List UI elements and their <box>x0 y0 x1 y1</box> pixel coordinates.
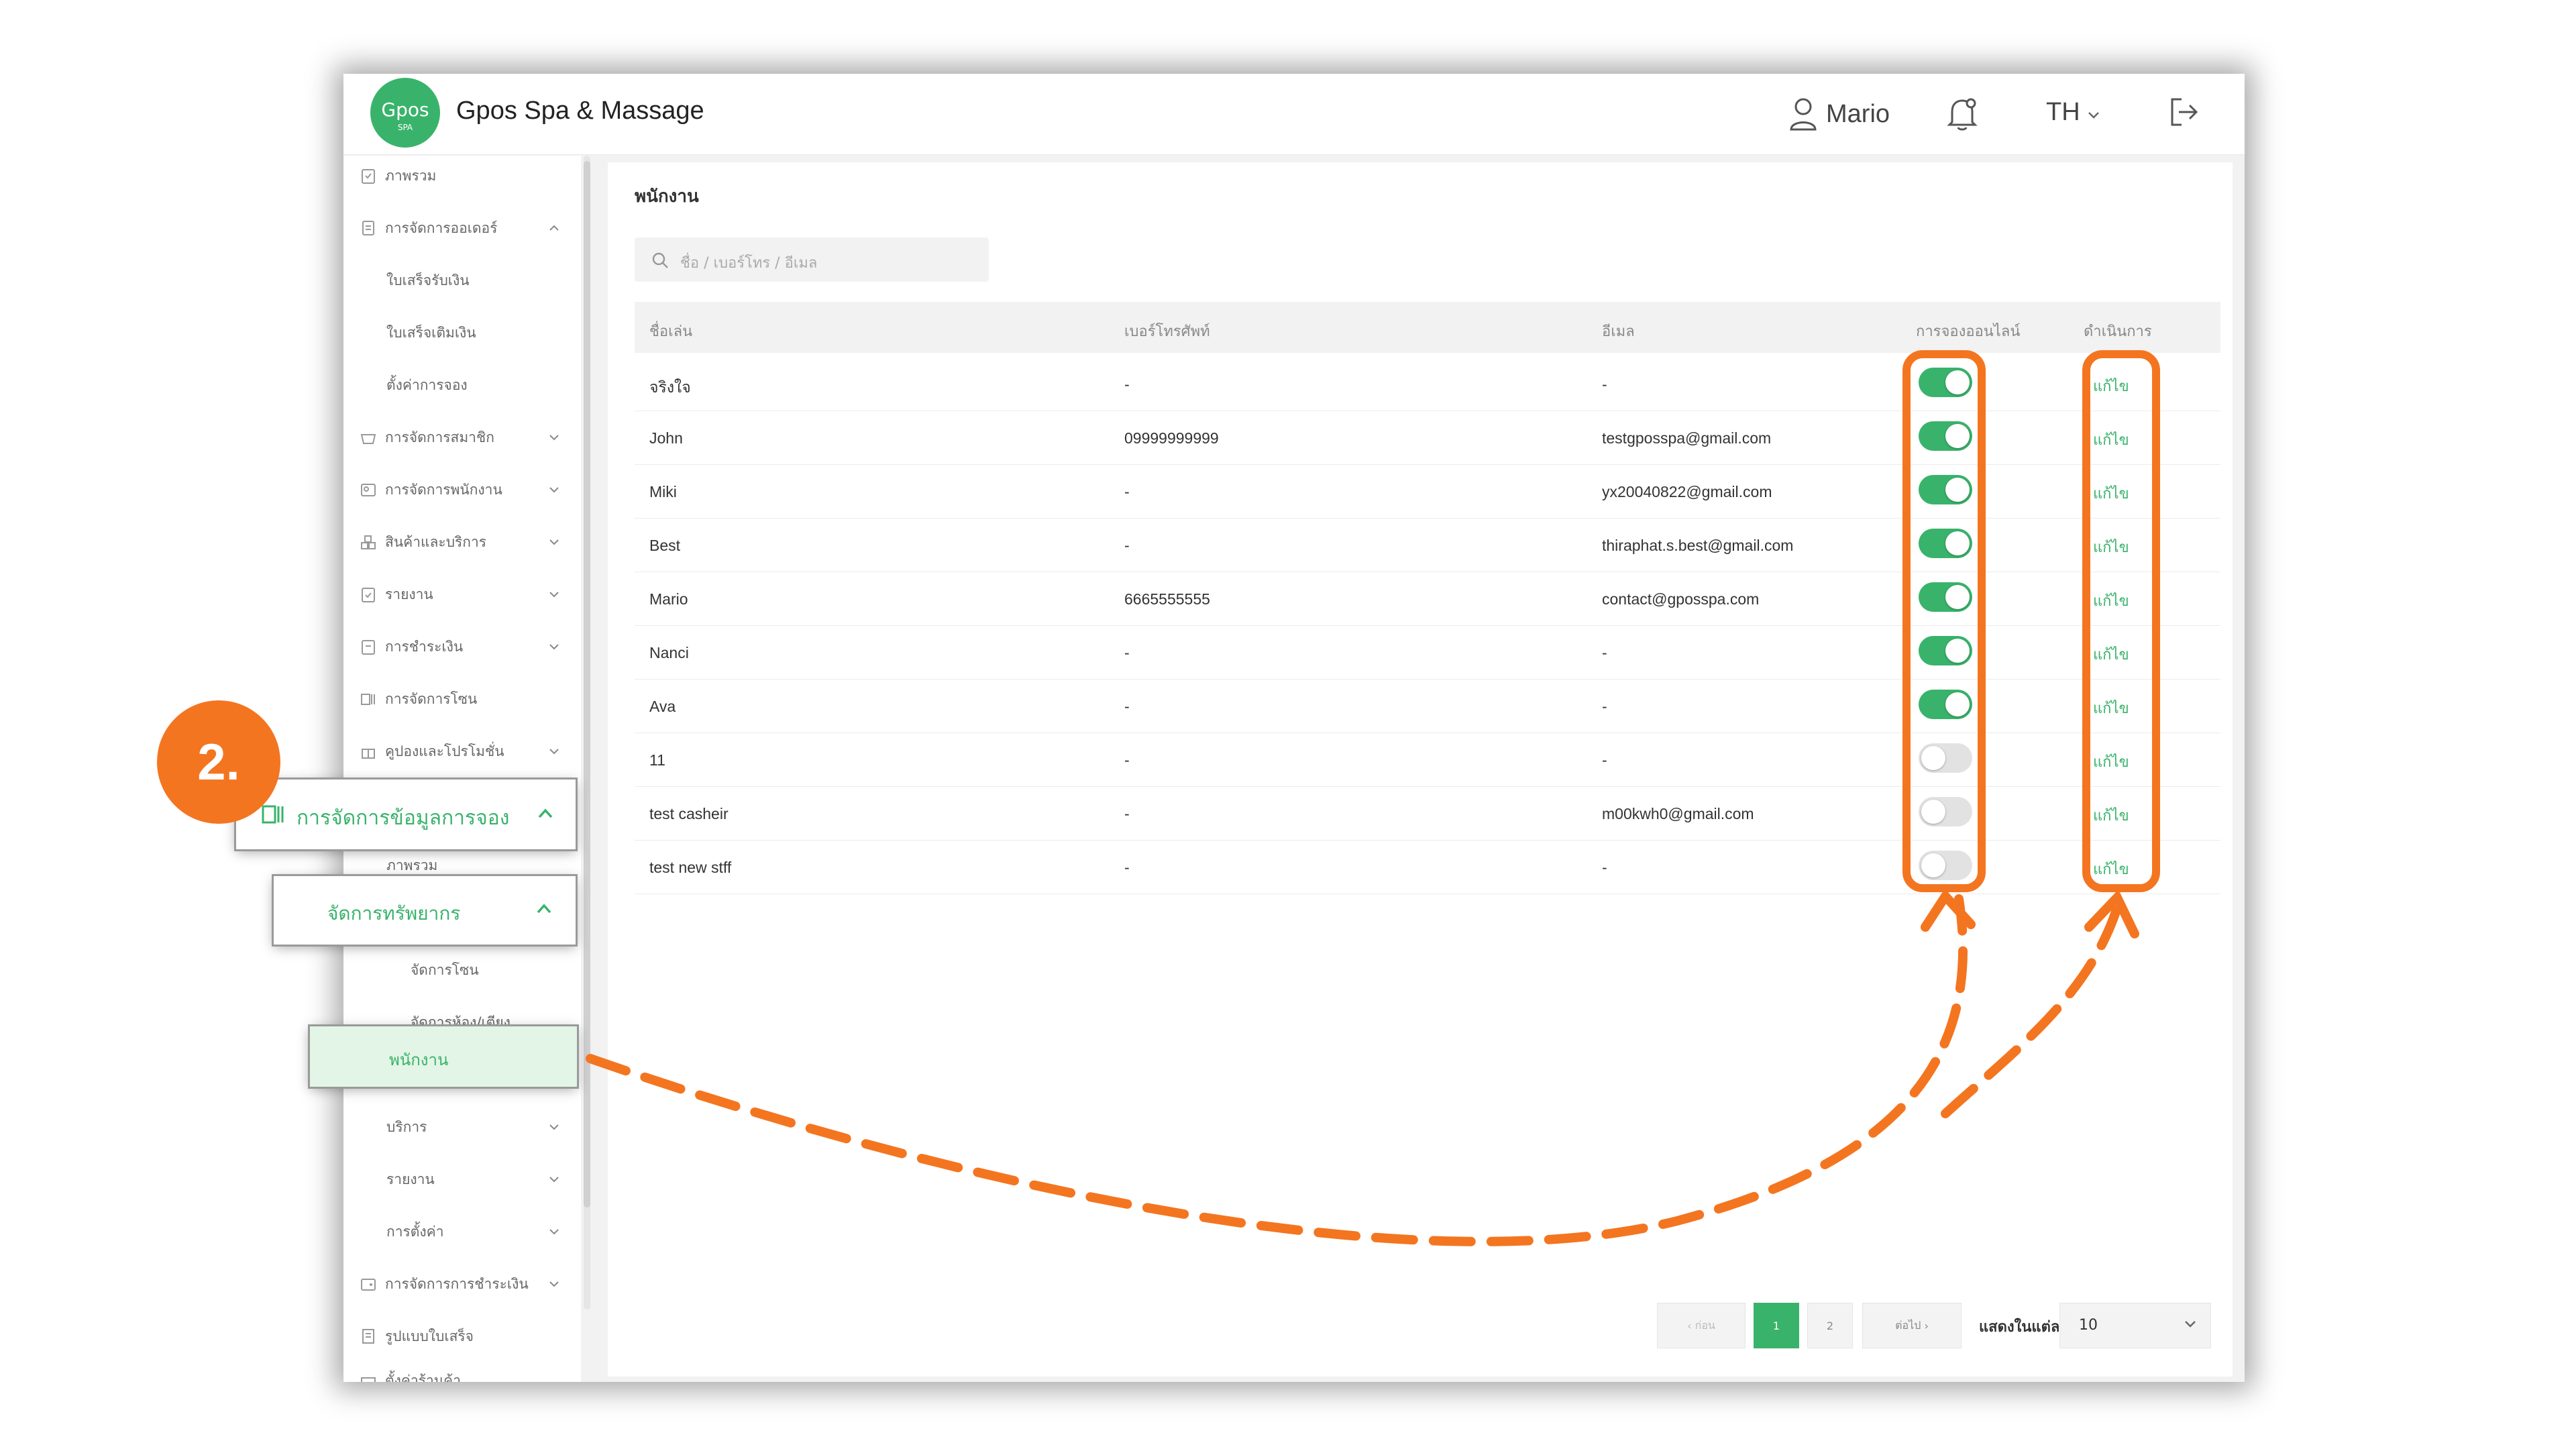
dashed-arrow-to-edit <box>1941 894 2125 1118</box>
annotation-arrows <box>586 888 2139 1246</box>
dashed-arrow-to-toggles <box>586 894 1968 1246</box>
arrowhead-toggles <box>1921 888 1976 932</box>
